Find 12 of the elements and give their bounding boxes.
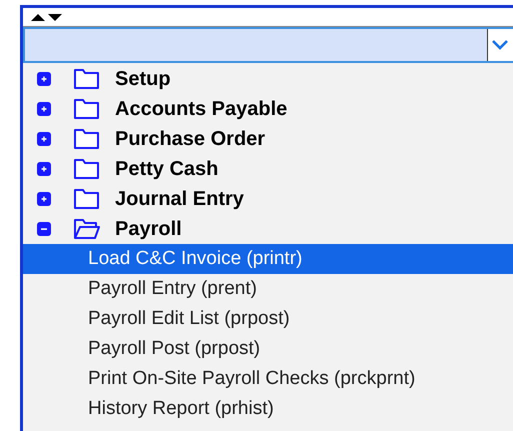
tree-item[interactable]: Payroll Post (prpost): [23, 334, 513, 364]
folder-label[interactable]: Accounts Payable: [115, 94, 288, 124]
folder-label[interactable]: Journal Entry: [115, 184, 244, 214]
folder-label[interactable]: Purchase Order: [115, 124, 266, 154]
tree-item[interactable]: Payroll Entry (prent): [23, 274, 513, 304]
tree-item[interactable]: History Report (prhist): [23, 394, 513, 424]
folder-label[interactable]: Petty Cash: [115, 154, 218, 184]
tree-item[interactable]: Load C&C Invoice (printr): [23, 244, 513, 274]
folder-label[interactable]: Setup: [115, 64, 171, 94]
tree-item[interactable]: Print On-Site Payroll Checks (prckprnt): [23, 364, 513, 394]
folder-label[interactable]: Payroll: [115, 214, 182, 244]
tree-item[interactable]: Payroll Edit List (prpost): [23, 304, 513, 334]
